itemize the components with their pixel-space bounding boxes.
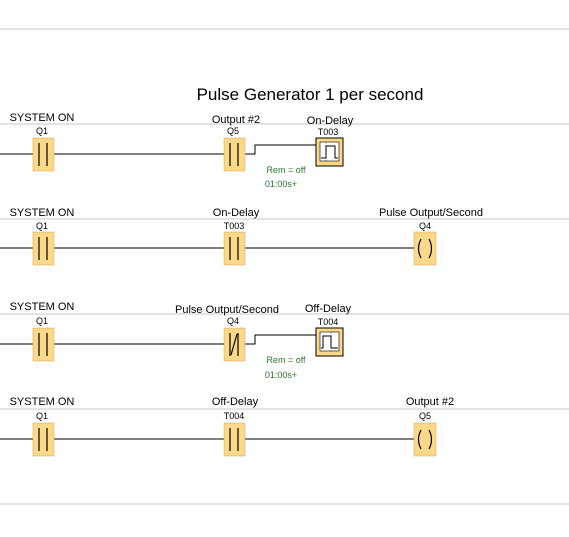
rung-4: SYSTEM ON Q1 Off-Delay T004 Output #2 Q5 (0, 396, 569, 457)
contact-address: Q5 (227, 126, 239, 136)
coil-label: Output #2 (406, 396, 454, 408)
contact-label: SYSTEM ON (10, 301, 75, 313)
timer-label: On-Delay (307, 115, 354, 127)
timer-address: T004 (318, 317, 339, 327)
contact-address: Q4 (227, 316, 239, 326)
contact-t003-no[interactable] (223, 231, 246, 266)
wire (244, 144, 316, 155)
contact-q4-nc[interactable] (223, 327, 246, 362)
coil-address: Q5 (419, 411, 431, 421)
rung-2: SYSTEM ON Q1 On-Delay T003 Pulse Output/… (0, 207, 569, 266)
contact-address: T003 (224, 221, 245, 231)
contact-q5-no[interactable] (223, 137, 246, 172)
timer-time: 01:00s+ (265, 370, 297, 380)
contact-label: On-Delay (213, 207, 260, 219)
contact-label: SYSTEM ON (10, 112, 75, 124)
timer-label: Off-Delay (305, 303, 352, 315)
contact-q1-no[interactable] (32, 231, 55, 266)
rung-3: SYSTEM ON Q1 Pulse Output/Second Q4 Off-… (0, 301, 569, 380)
contact-address: Q1 (36, 221, 48, 231)
on-delay-timer-block[interactable] (315, 137, 344, 167)
contact-q1-no[interactable] (32, 422, 55, 457)
coil-q4[interactable] (413, 231, 437, 266)
contact-label: SYSTEM ON (10, 396, 75, 408)
timer-remanence: Rem = off (266, 355, 306, 365)
contact-q1-no[interactable] (32, 137, 55, 172)
contact-address: T004 (224, 411, 245, 421)
wire (244, 334, 316, 345)
rung-1: SYSTEM ON Q1 Output #2 Q5 On-Delay T003 … (0, 112, 569, 189)
timer-remanence: Rem = off (266, 165, 306, 175)
diagram-title: Pulse Generator 1 per second (197, 85, 424, 104)
coil-address: Q4 (419, 221, 431, 231)
contact-label: SYSTEM ON (10, 207, 75, 219)
coil-label: Pulse Output/Second (379, 207, 483, 219)
contact-label: Output #2 (212, 114, 260, 126)
coil-q5[interactable] (413, 422, 437, 457)
contact-address: Q1 (36, 126, 48, 136)
contact-address: Q1 (36, 316, 48, 326)
off-delay-timer-block[interactable] (315, 327, 344, 357)
contact-t004-no[interactable] (223, 422, 246, 457)
contact-q1-no[interactable] (32, 327, 55, 362)
timer-time: 01:00s+ (265, 179, 297, 189)
contact-address: Q1 (36, 411, 48, 421)
ladder-diagram: Pulse Generator 1 per second SYSTEM ON Q… (0, 28, 569, 505)
timer-address: T003 (318, 127, 339, 137)
contact-label: Pulse Output/Second (175, 304, 279, 316)
contact-label: Off-Delay (212, 396, 259, 408)
